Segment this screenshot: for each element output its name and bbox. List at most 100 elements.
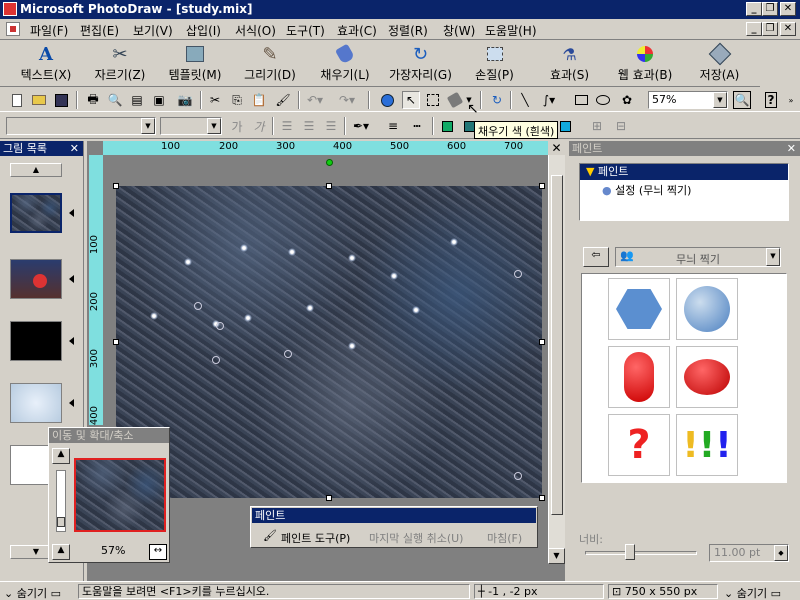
format-painter-icon[interactable]: 🖌 (274, 91, 292, 109)
width-input[interactable]: 11.00 pt ◆ (709, 544, 789, 562)
chevron-down-icon[interactable]: ▼ (207, 118, 221, 134)
stamp-question-mark[interactable]: ? (608, 414, 670, 476)
save-icon[interactable] (52, 91, 70, 109)
zoom-select[interactable]: 57% ▼ (648, 91, 728, 109)
bigbar-text[interactable]: A 텍스트(X) (16, 44, 76, 83)
width-slider[interactable] (585, 551, 697, 555)
menu-tools[interactable]: 도구(T) (286, 22, 325, 39)
doc-restore-button[interactable]: ❐ (762, 22, 778, 36)
document-icon[interactable] (6, 22, 20, 36)
group-icon[interactable]: ⊞ (588, 117, 606, 135)
toolbar-overflow-icon[interactable]: » (782, 91, 800, 109)
help-icon[interactable]: ? (762, 91, 780, 109)
paste-icon[interactable]: 📋 (250, 91, 268, 109)
bigbar-web-effects[interactable]: 웹 효과(B) (610, 44, 680, 83)
zoom-out-button[interactable]: ▲ (52, 544, 70, 560)
bigbar-edge[interactable]: ↻ 가장자리(G) (383, 44, 458, 83)
resize-handle-n[interactable] (326, 183, 332, 189)
doc-close-button[interactable]: ✕ (780, 22, 796, 36)
autoshape-icon[interactable]: ✿ (618, 91, 636, 109)
line-style-icon[interactable]: ≡ (384, 117, 402, 135)
thumbnail-4[interactable] (10, 383, 62, 423)
visual-open-icon[interactable]: ▣ (150, 91, 168, 109)
thumbnail-3[interactable] (10, 321, 62, 361)
stamp-blue-ball[interactable] (676, 278, 738, 340)
zoom-slider[interactable] (56, 470, 66, 532)
web-globe-icon[interactable] (378, 91, 396, 109)
new-icon[interactable] (8, 91, 26, 109)
redo-icon[interactable]: ↷▾ (338, 91, 356, 109)
bold-icon[interactable]: 가 (228, 117, 246, 135)
resize-handle-e[interactable] (539, 339, 545, 345)
minimize-button[interactable]: _ (746, 2, 762, 16)
rotate-icon[interactable]: ↻ (488, 91, 506, 109)
hide-left-button[interactable]: ⌄ 숨기기 ▭ (4, 585, 61, 600)
resize-handle-s[interactable] (326, 495, 332, 501)
width-slider-thumb[interactable] (625, 544, 635, 560)
menu-window[interactable]: 창(W) (443, 22, 475, 39)
zoom-fit-icon[interactable]: 🔍 (733, 91, 751, 109)
font-size-select[interactable]: ▼ (160, 117, 222, 135)
line-icon[interactable]: ╲ (516, 91, 534, 109)
color-box-icon[interactable] (556, 117, 574, 135)
scroll-up-button[interactable]: ▲ (10, 163, 62, 177)
bigbar-save[interactable]: 저장(A) (692, 42, 747, 83)
fit-width-icon[interactable]: ↔ (149, 544, 167, 560)
dash-style-icon[interactable]: ┅ (408, 117, 426, 135)
camera-icon[interactable]: 📷 (176, 91, 194, 109)
cut-icon[interactable]: ✂ (206, 91, 224, 109)
font-select[interactable]: ▼ (6, 117, 156, 135)
spinner-icon[interactable]: ◆ (774, 545, 788, 561)
align-left-icon[interactable]: ☰ (278, 117, 296, 135)
menu-insert[interactable]: 삽입(I) (186, 22, 221, 39)
thumbnail-arrow-icon[interactable] (69, 209, 74, 217)
thumbnail-arrow-icon[interactable] (69, 337, 74, 345)
stamp-hex-nut[interactable] (608, 278, 670, 340)
menu-file[interactable]: 파일(F) (30, 22, 68, 39)
thumbnail-2[interactable] (10, 259, 62, 299)
doc-minimize-button[interactable]: _ (746, 22, 762, 36)
menu-effects[interactable]: 효과(C) (337, 22, 377, 39)
align-right-icon[interactable]: ☰ (322, 117, 340, 135)
curve-icon[interactable]: ∫▾ (540, 91, 558, 109)
stamp-red-pin-2[interactable] (676, 346, 738, 408)
finish-button[interactable]: 마침(F) (487, 530, 522, 546)
close-button[interactable]: ✕ (780, 2, 796, 16)
menu-format[interactable]: 서식(O) (235, 22, 276, 39)
menu-arrange[interactable]: 정렬(R) (388, 22, 428, 39)
rectangle-icon[interactable] (572, 91, 590, 109)
bigbar-fill[interactable]: 채우기(L) (315, 43, 375, 83)
ellipse-icon[interactable] (594, 91, 612, 109)
copy-icon[interactable]: ⎘ (228, 91, 246, 109)
gallery-back-button[interactable]: ⇦ (583, 247, 609, 267)
shadow-icon[interactable] (438, 117, 456, 135)
open-icon[interactable] (30, 91, 48, 109)
menu-edit[interactable]: 편집(E) (80, 22, 119, 39)
app-icon[interactable] (3, 2, 17, 16)
chevron-down-icon[interactable]: ▼ (713, 92, 727, 108)
zoom-in-button[interactable]: ▲ (52, 448, 70, 464)
bigbar-template[interactable]: 템플릿(M) (160, 44, 230, 83)
bigbar-effects[interactable]: ⚗ 효과(S) (542, 44, 597, 83)
resize-handle-w[interactable] (113, 339, 119, 345)
bigbar-draw[interactable]: ✎ 그리기(D) (240, 44, 300, 83)
resize-handle-nw[interactable] (113, 183, 119, 189)
scrollbar-thumb[interactable] (551, 175, 563, 515)
maximize-button[interactable]: ❐ (762, 2, 778, 16)
print-preview-icon[interactable]: 🔍 (106, 91, 124, 109)
thumbnail-study[interactable] (10, 193, 62, 233)
pointer-icon[interactable]: ↖ (402, 91, 420, 109)
vertical-scrollbar[interactable] (548, 155, 565, 550)
tree-item-stamp[interactable]: ● 설정 (무늬 찍기) (580, 182, 788, 198)
rotate-handle[interactable] (326, 159, 333, 166)
menu-view[interactable]: 보기(V) (133, 22, 173, 39)
resize-handle-se[interactable] (539, 495, 545, 501)
thumbnail-arrow-icon[interactable] (69, 399, 74, 407)
chevron-down-icon[interactable]: ▼ (766, 248, 780, 266)
italic-icon[interactable]: 가 (250, 117, 268, 135)
undo-icon[interactable]: ↶▾ (306, 91, 324, 109)
line-color-icon[interactable]: ✒▾ (352, 117, 370, 135)
hide-right-button[interactable]: ⌄ 숨기기 ▭ (724, 585, 781, 600)
print-icon[interactable]: 🖶 (84, 91, 102, 109)
thumbnail-arrow-icon[interactable] (69, 275, 74, 283)
